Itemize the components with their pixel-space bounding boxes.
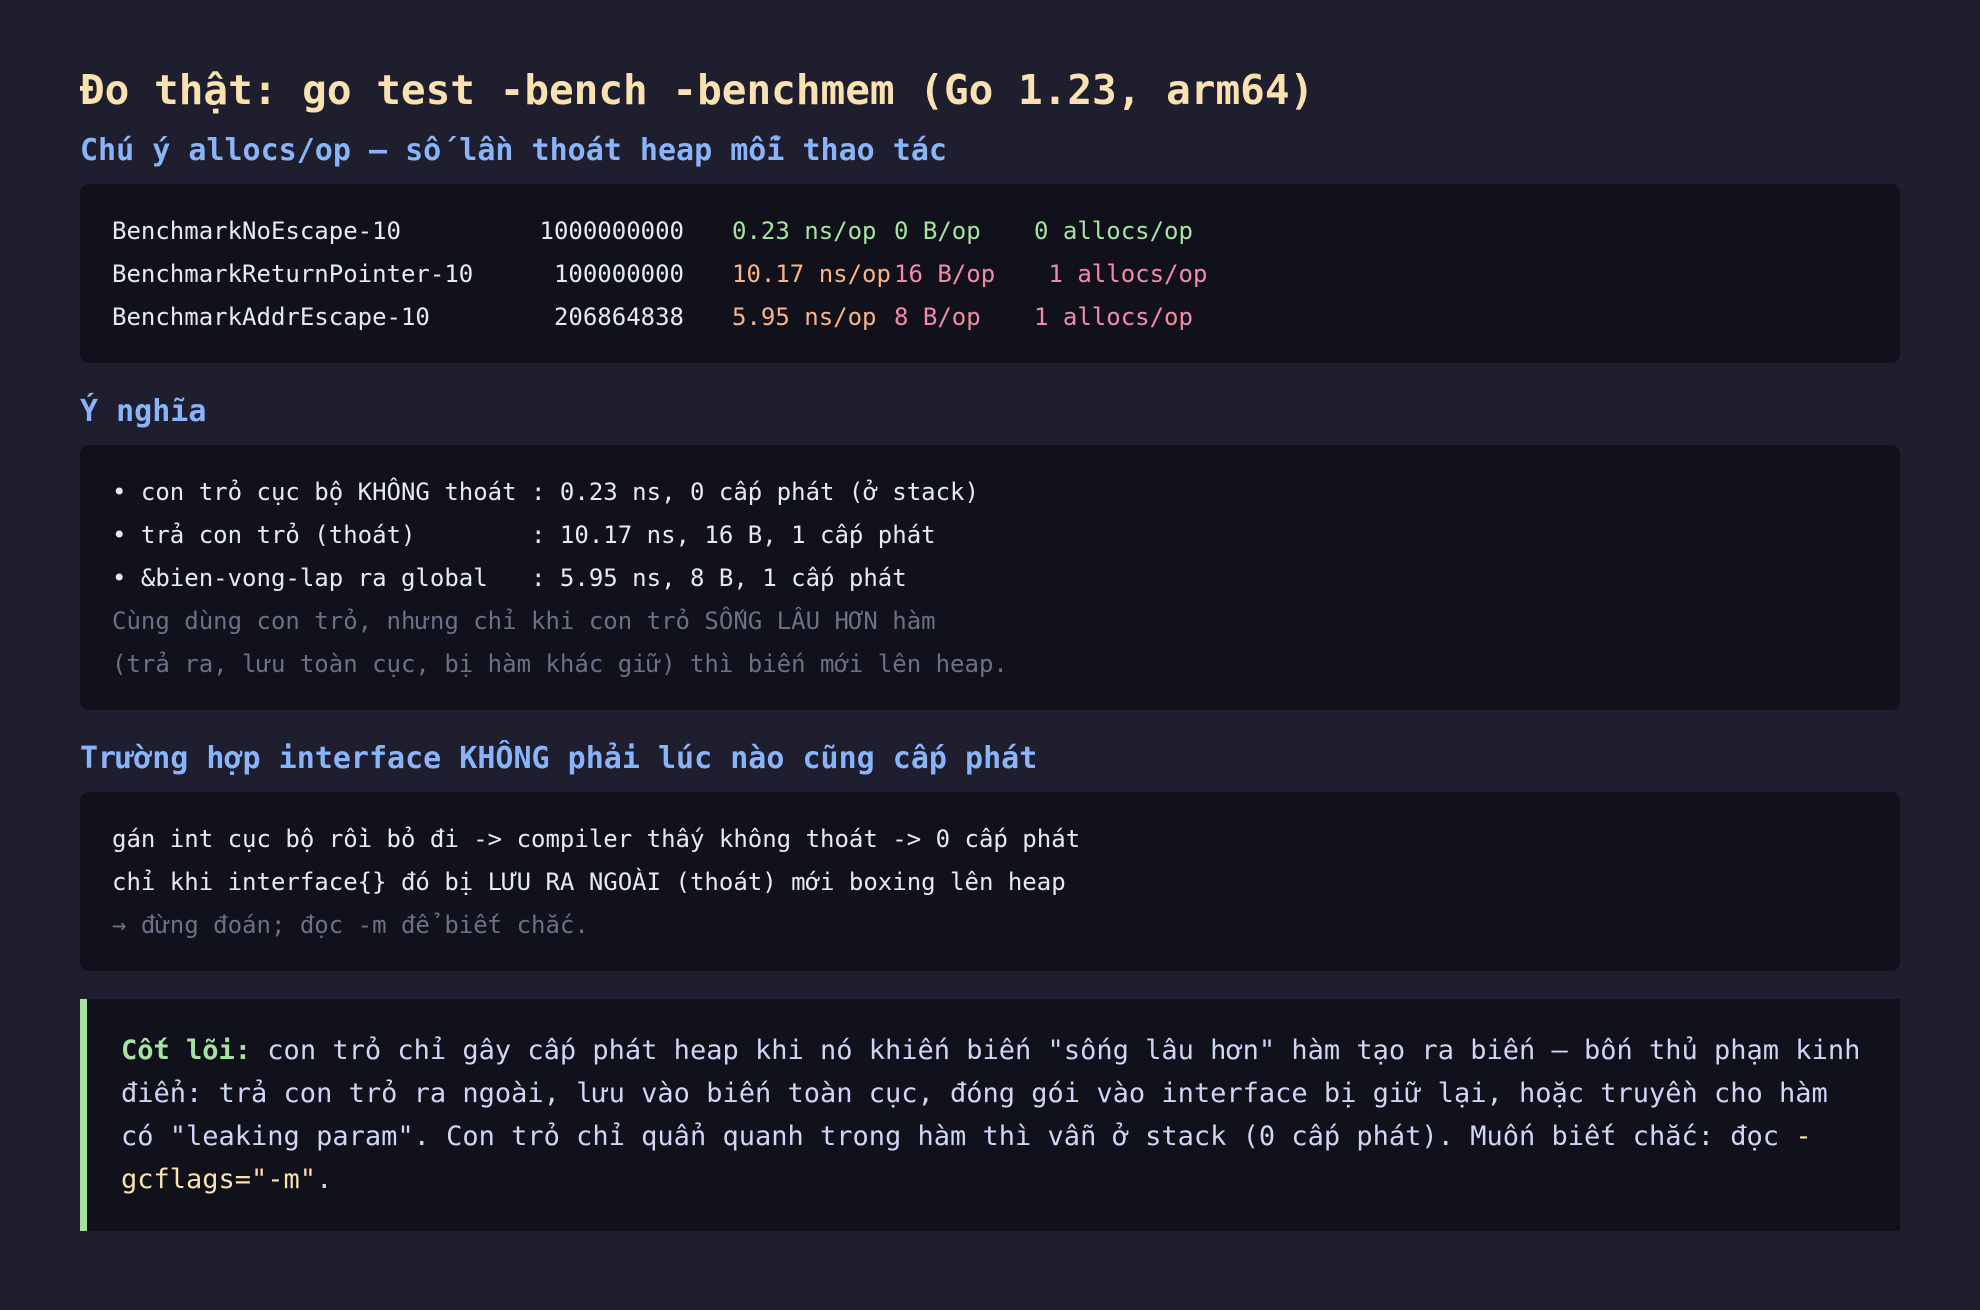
bench-allocs-per-op: 1 allocs/op: [1034, 260, 1208, 288]
interface-line: gán int cục bộ rồi bỏ đi -> compiler thấ…: [112, 825, 1081, 853]
bench-ns-per-op: 10.17 ns/op: [732, 260, 891, 288]
meaning-block: • con trỏ cục bộ KHÔNG thoát : 0.23 ns, …: [80, 445, 1900, 710]
meaning-line: • con trỏ cục bộ KHÔNG thoát : 0.23 ns, …: [112, 478, 979, 506]
interface-note: → đừng đoán; đọc -m để biết chắc.: [112, 911, 589, 939]
benchmark-row-addrescape: BenchmarkAddrEscape-10 206864838 5.95 ns/o…: [112, 296, 1868, 339]
benchmark-heading: Chú ý allocs/op — số lần thoát heap mỗi …: [80, 133, 947, 168]
meaning-line: • &bien-vong-lap ra global : 5.95 ns, 8 …: [112, 564, 907, 592]
interface-line: chỉ khi interface{} đó bị LƯU RA NGOÀI (…: [112, 868, 1066, 896]
meaning-line: • trả con trỏ (thoát) : 10.17 ns, 16 B, …: [112, 521, 936, 549]
callout-lead: Cốt lõi:: [121, 1035, 252, 1066]
interface-heading: Trường hợp interface KHÔNG phải lúc nào …: [80, 741, 1038, 776]
bench-allocs-per-op: 1 allocs/op: [1034, 303, 1193, 331]
bench-iterations: 206864838: [553, 303, 684, 331]
bench-name: BenchmarkReturnPointer-10: [112, 260, 474, 288]
page-title: Đo thật: go test -bench -benchmem (Go 1.…: [80, 66, 1315, 114]
meaning-note: Cùng dùng con trỏ, nhưng chỉ khi con trỏ…: [112, 607, 936, 635]
bench-allocs-per-op: 0 allocs/op: [1034, 217, 1193, 245]
bench-iterations: 1000000000: [539, 217, 685, 245]
bench-ns-per-op: 0.23 ns/op: [732, 217, 877, 245]
key-takeaway-callout: Cốt lõi: con trỏ chỉ gây cấp phát heap k…: [80, 999, 1900, 1231]
bench-iterations: 100000000: [553, 260, 684, 288]
bench-bytes-per-op: 8 B/op: [894, 303, 981, 331]
benchmark-row-noescape: BenchmarkNoEscape-10 1000000000 0.23 ns/op…: [112, 210, 1868, 253]
callout-text: con trỏ chỉ gây cấp phát heap khi nó khi…: [121, 1035, 1861, 1152]
bench-ns-per-op: 5.95 ns/op: [732, 303, 877, 331]
meaning-heading: Ý nghĩa: [80, 394, 207, 429]
callout-tail: .: [316, 1164, 333, 1195]
bench-name: BenchmarkAddrEscape-10: [112, 303, 430, 331]
meaning-note: (trả ra, lưu toàn cục, bị hàm khác giữ) …: [112, 650, 1008, 678]
benchmark-results-block: BenchmarkNoEscape-10 1000000000 0.23 ns/op…: [80, 184, 1900, 363]
bench-bytes-per-op: 16 B/op: [894, 260, 996, 288]
bench-name: BenchmarkNoEscape-10: [112, 217, 401, 245]
page: Đo thật: go test -bench -benchmem (Go 1.…: [80, 62, 1900, 1231]
benchmark-row-returnpointer: BenchmarkReturnPointer-10 100000000 10.17 …: [112, 253, 1868, 296]
interface-block: gán int cục bộ rồi bỏ đi -> compiler thấ…: [80, 792, 1900, 971]
bench-bytes-per-op: 0 B/op: [894, 217, 981, 245]
